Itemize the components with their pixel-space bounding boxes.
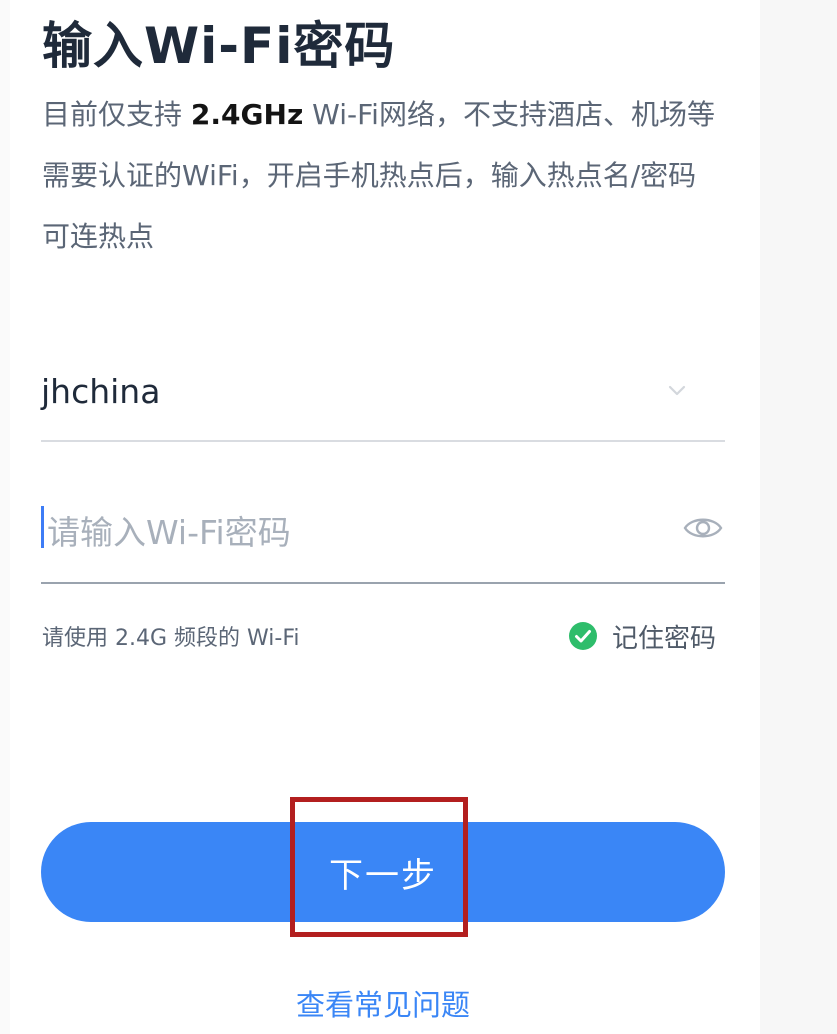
description-band: 2.4GHz (190, 98, 304, 131)
faq-link[interactable]: 查看常见问题 (0, 982, 766, 1024)
next-button[interactable]: 下一步 (41, 822, 725, 922)
right-edge (760, 0, 837, 1034)
page-title: 输入Wi-Fi密码 (42, 17, 396, 75)
next-button-label: 下一步 (329, 855, 437, 896)
password-field[interactable] (41, 492, 725, 584)
remember-password-label[interactable]: 记住密码 (612, 618, 716, 655)
chevron-down-icon[interactable] (667, 380, 687, 400)
remember-password-toggle[interactable]: 记住密码 (568, 616, 716, 656)
ssid-field[interactable]: jhchina (41, 352, 725, 442)
band-hint: 请使用 2.4G 频段的 Wi-Fi (42, 626, 300, 651)
eye-icon[interactable] (683, 510, 723, 546)
left-edge (0, 0, 10, 1034)
ssid-value[interactable]: jhchina (41, 372, 160, 411)
text-cursor (41, 506, 44, 548)
description-text: 目前仅支持 2.4GHz Wi-Fi网络，不支持酒店、机场等需要认证的WiFi，… (42, 84, 722, 267)
description-prefix: 目前仅支持 (42, 98, 183, 131)
password-input[interactable] (47, 502, 667, 562)
wifi-setup-screen: 输入Wi-Fi密码 目前仅支持 2.4GHz Wi-Fi网络，不支持酒店、机场等… (0, 0, 760, 1034)
check-circle-icon[interactable] (568, 621, 598, 651)
